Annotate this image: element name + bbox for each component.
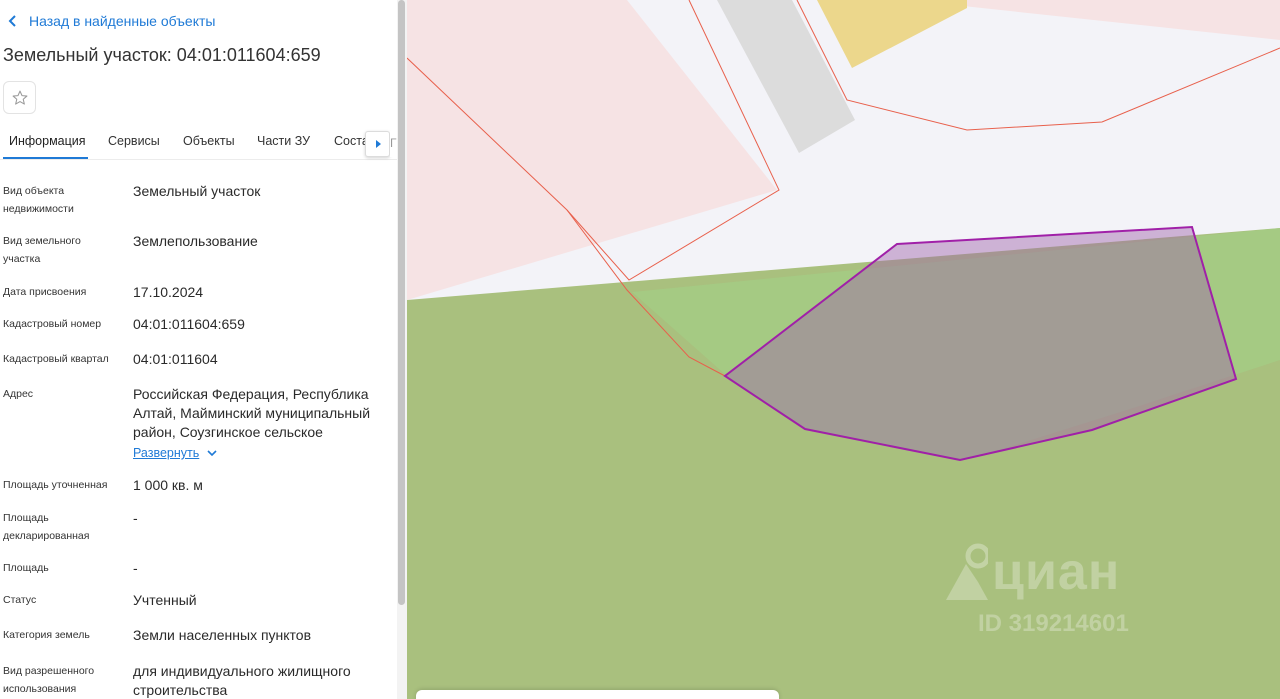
info-value: 04:01:011604:659 — [133, 316, 245, 332]
info-label: Дата присвоения — [3, 286, 87, 298]
back-to-results-link[interactable]: Назад в найденные объекты — [8, 12, 215, 30]
tab-overflow: Г — [390, 131, 397, 157]
panel-scrollbar[interactable] — [397, 0, 407, 699]
expand-address-link[interactable]: Развернуть — [133, 444, 217, 463]
active-tab-indicator — [3, 157, 88, 159]
tab-services[interactable]: Сервисы — [108, 134, 160, 148]
info-value: - — [133, 510, 138, 526]
tab-parcel-parts[interactable]: Части ЗУ — [257, 134, 310, 148]
page-title: Земельный участок: 04:01:011604:659 — [3, 45, 321, 65]
info-value: 17.10.2024 — [133, 284, 204, 300]
object-info-panel: Назад в найденные объекты Земельный учас… — [0, 0, 397, 699]
map-bottom-card[interactable] — [416, 690, 779, 699]
caret-right-icon — [375, 140, 381, 148]
back-link-label: Назад в найденные объекты — [29, 13, 216, 29]
star-icon — [12, 90, 27, 105]
info-label: Кадастровый номер — [3, 318, 102, 330]
chevron-down-icon — [207, 450, 217, 457]
info-label: Категория земель — [3, 629, 90, 641]
chevron-left-icon — [8, 15, 16, 27]
info-value: Учтенный — [133, 592, 197, 608]
cadastral-map[interactable]: циан ID 319214601 — [407, 0, 1280, 699]
info-value: - — [133, 560, 138, 576]
info-value: для индивидуального жилищного строительс… — [133, 663, 351, 698]
scrollbar-thumb[interactable] — [398, 0, 405, 605]
info-label: Кадастровый квартал — [3, 353, 109, 365]
info-label: Вид земельного участка — [3, 235, 81, 265]
info-label: Вид разрешенного использования — [3, 665, 95, 695]
info-label: Вид объекта недвижимости — [3, 185, 74, 215]
tab-information[interactable]: Информация — [9, 134, 86, 148]
tab-composition[interactable]: Соста — [334, 134, 369, 148]
info-label: Площадь декларированная — [3, 512, 90, 542]
info-value: Земли населенных пунктов — [133, 627, 312, 643]
tab-objects[interactable]: Объекты — [183, 134, 235, 148]
info-value: Землепользование — [133, 233, 258, 249]
info-label: Площадь — [3, 562, 49, 574]
info-label: Адрес — [3, 388, 34, 400]
info-value: 04:01:011604 — [133, 351, 218, 367]
info-label: Площадь уточненная — [3, 479, 108, 491]
tabs-scroll-right-button[interactable] — [365, 131, 390, 157]
info-value-address: Российская Федерация, Республика Алтай, … — [133, 385, 383, 463]
info-label: Статус — [3, 594, 37, 606]
tab-bar: Информация Сервисы Объекты Части ЗУ Сост… — [0, 128, 397, 160]
address-text: Российская Федерация, Республика Алтай, … — [133, 386, 371, 440]
favorite-button[interactable] — [3, 81, 36, 114]
info-value: Земельный участок — [133, 183, 261, 199]
expand-label: Развернуть — [133, 446, 200, 460]
info-value: 1 000 кв. м — [133, 477, 203, 493]
map-canvas[interactable] — [407, 0, 1280, 699]
